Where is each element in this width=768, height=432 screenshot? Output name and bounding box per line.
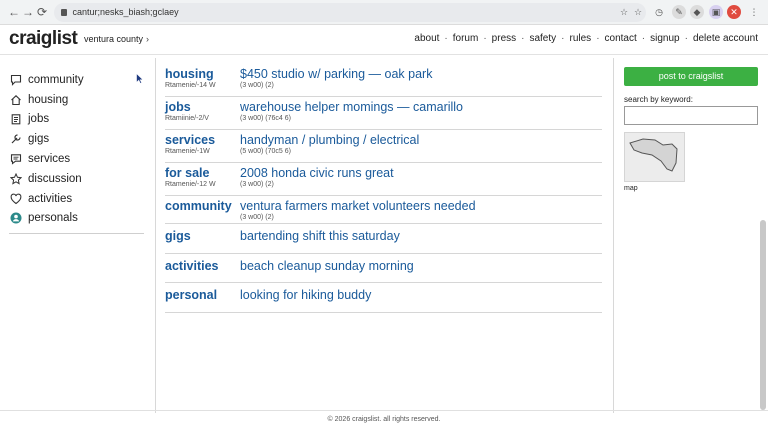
footer-divider: [0, 410, 768, 411]
listing-title[interactable]: $450 studio w/ parking — oak park: [240, 67, 432, 81]
chat-icon: [9, 153, 22, 166]
sidebar-item-housing[interactable]: housing: [9, 90, 145, 110]
link-signup[interactable]: signup: [650, 33, 679, 44]
sidebar-item-personals[interactable]: personals: [9, 209, 145, 229]
link-press[interactable]: press: [492, 33, 516, 44]
listing-category[interactable]: gigs: [165, 229, 191, 243]
site-logo[interactable]: craiglist: [9, 28, 78, 50]
county-map-icon: [629, 138, 678, 172]
listing-count: (3 w00) (2): [240, 82, 274, 89]
listing-category[interactable]: community: [165, 199, 232, 213]
page-scrollbar[interactable]: [760, 220, 766, 410]
link-about[interactable]: about: [414, 33, 439, 44]
listings-list: housing Rtamenie/-14 W $450 studio w/ pa…: [165, 64, 602, 313]
sidebar-item-discussion[interactable]: discussion: [9, 169, 145, 189]
listing-meta: Rtamenie/-12 W: [165, 181, 216, 188]
sidebar-item-label: services: [28, 153, 71, 166]
category-sidebar: community housing jobs gigs services dis…: [9, 70, 145, 228]
sidebar-item-community[interactable]: community: [9, 70, 145, 90]
listing-category[interactable]: personal: [165, 288, 217, 302]
listing-title[interactable]: 2008 honda civic runs great: [240, 166, 394, 180]
region-label: ventura county: [84, 34, 144, 44]
listing-title[interactable]: ventura farmers market volunteers needed: [240, 199, 476, 213]
address-bar[interactable]: cantur;nesks_biash;gclaey: [54, 3, 646, 22]
extension-icon-2[interactable]: ◆: [690, 5, 704, 19]
listing-category[interactable]: jobs: [165, 100, 191, 114]
history-icon[interactable]: ◷: [652, 5, 666, 19]
listing-title[interactable]: looking for hiking buddy: [240, 288, 371, 302]
sidebar-item-label: community: [28, 73, 84, 86]
post-button[interactable]: post to craigslist: [624, 67, 758, 86]
house-icon: [9, 93, 22, 106]
list-item[interactable]: gigs bartending shift this saturday: [165, 224, 602, 254]
menu-icon[interactable]: ⋮: [747, 5, 761, 19]
clipboard-icon: [9, 113, 22, 126]
link-rules[interactable]: rules: [570, 33, 592, 44]
chevron-right-icon: ›: [146, 34, 150, 44]
heart-icon: [9, 192, 22, 205]
speech-bubble-icon: [9, 73, 22, 86]
listing-title[interactable]: warehouse helper momings — camarillo: [240, 100, 463, 114]
listing-category[interactable]: for sale: [165, 166, 209, 180]
search-input[interactable]: [624, 106, 758, 125]
top-links: about · forum · press · safety · rules · cont…: [414, 33, 758, 44]
bookmark-icon[interactable]: ☆: [631, 5, 645, 19]
listing-title[interactable]: handyman / plumbing / electrical: [240, 133, 419, 147]
link-delete-account[interactable]: delete account: [693, 33, 758, 44]
person-icon: [9, 212, 22, 225]
listing-title[interactable]: bartending shift this saturday: [240, 229, 400, 243]
sidebar-item-gigs[interactable]: gigs: [9, 129, 145, 149]
link-safety[interactable]: safety: [529, 33, 556, 44]
url-text: cantur;nesks_biash;gclaey: [72, 7, 179, 17]
sidebar-item-label: personals: [28, 212, 78, 225]
sidebar-item-label: activities: [28, 192, 73, 205]
link-forum[interactable]: forum: [453, 33, 479, 44]
link-contact[interactable]: contact: [605, 33, 637, 44]
listing-count: (3 w00) (2): [240, 214, 274, 221]
sidebar-divider: [9, 233, 144, 234]
sidebar-item-services[interactable]: services: [9, 149, 145, 169]
map-thumbnail[interactable]: [624, 132, 685, 182]
share-icon[interactable]: ☆: [617, 5, 631, 19]
list-item[interactable]: services Rtamenie/-1W handyman / plumbin…: [165, 130, 602, 163]
listing-count: (3 w00) (76c4 6): [240, 115, 291, 122]
search-label: search by keyword:: [624, 95, 693, 104]
listing-meta: Rtamenie/-14 W: [165, 82, 216, 89]
lock-icon: [61, 9, 67, 16]
map-label[interactable]: map: [624, 185, 638, 192]
list-item[interactable]: housing Rtamenie/-14 W $450 studio w/ pa…: [165, 64, 602, 97]
close-extension-icon[interactable]: ✕: [727, 5, 741, 19]
listing-count: (5 w00) (70c5 6): [240, 148, 291, 155]
extension-icon[interactable]: ✎: [672, 5, 686, 19]
list-item[interactable]: jobs Rtamiinie/-2/V warehouse helper mom…: [165, 97, 602, 130]
sidebar-item-jobs[interactable]: jobs: [9, 110, 145, 130]
sidebar-item-label: jobs: [28, 113, 50, 126]
browser-toolbar: ← → ⟳ cantur;nesks_biash;gclaey ☆ ☆ ◷ ✎ …: [0, 0, 768, 25]
content-divider-left: [155, 58, 156, 413]
sidebar-item-label: gigs: [28, 133, 50, 146]
listing-title[interactable]: beach cleanup sunday morning: [240, 259, 414, 273]
star-icon: [9, 172, 22, 185]
sidebar-item-label: discussion: [28, 172, 82, 185]
listing-category[interactable]: services: [165, 133, 215, 147]
list-item[interactable]: community ventura farmers market volunte…: [165, 196, 602, 224]
sidebar-item-activities[interactable]: activities: [9, 189, 145, 209]
mouse-cursor-icon: [136, 73, 144, 84]
reload-icon[interactable]: ⟳: [34, 4, 50, 20]
listing-meta: Rtamiinie/-2/V: [165, 115, 209, 122]
list-item[interactable]: activities beach cleanup sunday morning: [165, 254, 602, 283]
listing-category[interactable]: housing: [165, 67, 214, 81]
region-selector[interactable]: ventura county ›: [84, 34, 149, 44]
profile-icon[interactable]: ▣: [709, 5, 723, 19]
listing-count: (3 w00) (2): [240, 181, 274, 188]
list-item[interactable]: personal looking for hiking buddy: [165, 283, 602, 313]
list-item[interactable]: for sale Rtamenie/-12 W 2008 honda civic…: [165, 163, 602, 196]
footer-copyright: © 2026 craigslist. all rights reserved.: [327, 416, 441, 423]
listing-category[interactable]: activities: [165, 259, 219, 273]
listing-meta: Rtamenie/-1W: [165, 148, 210, 155]
wrench-icon: [9, 133, 22, 146]
sidebar-item-label: housing: [28, 93, 69, 106]
content-divider-right: [613, 58, 614, 413]
site-header: craiglist ventura county › about · forum · …: [0, 25, 768, 55]
